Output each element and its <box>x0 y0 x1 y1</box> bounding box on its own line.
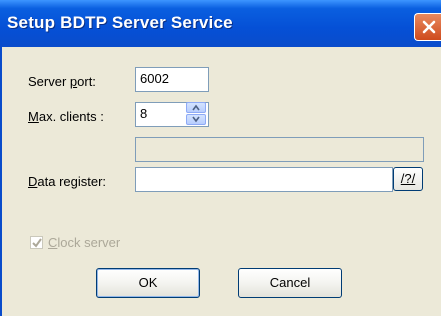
title-bar[interactable]: Setup BDTP Server Service <box>0 0 441 47</box>
window-title: Setup BDTP Server Service <box>7 13 233 32</box>
cancel-button[interactable]: Cancel <box>238 268 342 298</box>
clock-server-label: Clock server <box>48 235 121 250</box>
data-register-label: Data register: <box>28 174 107 189</box>
browse-button-label: /?/ <box>400 171 416 186</box>
server-port-label: Server port: <box>28 74 96 89</box>
max-clients-label: Max. clients : <box>28 109 104 124</box>
data-register-browse-button[interactable]: /?/ <box>393 167 423 191</box>
chevron-down-icon <box>192 116 200 123</box>
close-icon <box>422 20 436 34</box>
spin-up-button[interactable] <box>186 102 206 113</box>
setup-dialog: Setup BDTP Server Service Server port: 6… <box>0 0 441 316</box>
server-port-input[interactable]: 6002 <box>135 67 209 92</box>
ok-button[interactable]: OK <box>96 268 200 298</box>
checkmark-icon <box>32 238 42 248</box>
spin-down-button[interactable] <box>186 114 206 125</box>
max-clients-spinner[interactable] <box>186 102 208 126</box>
data-register-input[interactable] <box>135 167 393 192</box>
data-register-info-box <box>135 137 424 162</box>
clock-server-checkbox[interactable] <box>30 236 43 249</box>
chevron-up-icon <box>192 104 200 111</box>
close-button[interactable] <box>414 13 441 41</box>
